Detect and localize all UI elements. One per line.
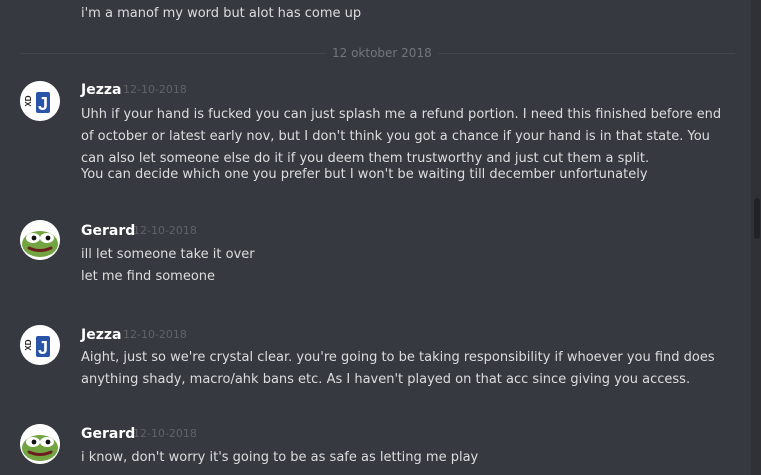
chat-messages-pane[interactable]: i'm a manof my word but alot has come up… [0,0,761,475]
message-author[interactable]: Gerard [81,221,135,241]
message-text: ill let someone take it over [81,247,255,262]
message-timestamp: 12-10-2018 [133,224,197,237]
avatar-gerard[interactable] [20,220,60,260]
jezza-avatar-icon: J XD [20,325,60,365]
avatar-jezza[interactable]: J XD [20,81,60,121]
message-author[interactable]: Gerard [81,424,135,444]
message-text: let me find someone [81,269,216,284]
chat-scrollbar[interactable] [751,0,761,475]
jezza-avatar-icon: J XD [20,81,60,121]
date-divider-label: 12 oktober 2018 [326,44,438,62]
message-timestamp: 12-10-2018 [123,328,187,341]
pepe-frog-avatar-icon [20,220,60,260]
message-timestamp: 12-10-2018 [133,427,197,440]
avatar-gerard[interactable] [20,424,60,464]
avatar-letter: J [38,338,48,358]
scrollbar-thumb[interactable] [754,198,760,239]
avatar-small-text: XD [24,339,33,350]
pepe-frog-avatar-icon [20,424,60,464]
message-author[interactable]: Jezza [81,80,121,100]
message-text: You can decide which one you prefer but … [81,167,648,182]
avatar-jezza[interactable]: J XD [20,325,60,365]
avatar-letter: J [38,94,48,114]
message-author[interactable]: Jezza [81,325,121,345]
message-timestamp: 12-10-2018 [123,83,187,96]
previous-message-line: i'm a manof my word but alot has come up [81,6,362,21]
message-text: Aight, just so we're crystal clear. you'… [81,350,715,387]
message-text: i know, don't worry it's going to be as … [81,450,479,465]
avatar-small-text: XD [24,95,33,106]
message-text: Uhh if your hand is fucked you can just … [81,107,722,166]
